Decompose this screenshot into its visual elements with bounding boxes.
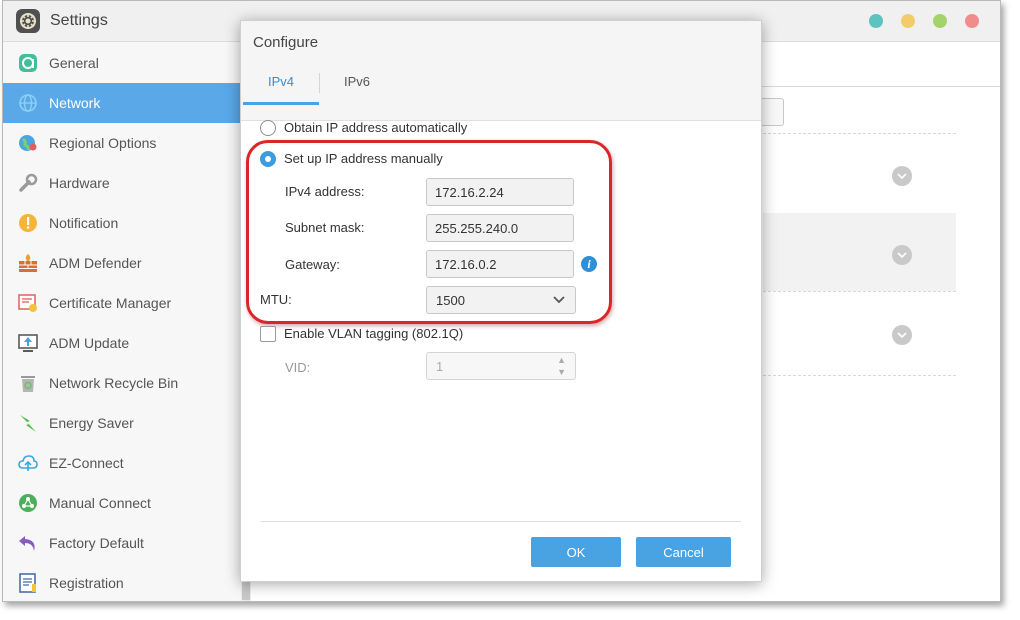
sidebar-item-label: ADM Update [49,335,130,351]
sidebar-item-label: General [49,55,99,71]
close-button[interactable] [965,14,979,28]
selected-row[interactable] [763,213,956,291]
vlan-tagging-checkbox[interactable] [260,326,276,342]
sidebar-item-notification[interactable]: Notification [3,203,241,243]
sidebar-item-factory-default[interactable]: Factory Default [3,523,241,563]
sidebar-item-label: Notification [49,215,119,231]
help-button[interactable] [869,14,883,28]
cancel-button[interactable]: Cancel [636,537,731,567]
location-globe-icon [19,135,37,151]
dialog-divider [261,521,741,522]
tab-ipv6[interactable]: IPv6 [319,71,395,102]
ok-button[interactable]: OK [531,537,621,567]
sidebar-item-label: Certificate Manager [49,295,172,311]
sidebar-item-label: Regional Options [49,135,157,151]
registration-icon [19,573,36,593]
vid-value: 1 [436,359,444,374]
chevron-down-icon[interactable] [892,245,912,265]
sidebar-item-label: ADM Defender [49,255,142,271]
warning-icon [19,214,37,232]
stepper-down-icon: ▼ [557,367,566,377]
sidebar-item-label: Manual Connect [49,495,151,511]
divider [763,133,956,134]
certificate-icon [18,294,37,312]
lightning-icon [20,415,36,432]
divider [763,291,956,292]
minimize-button[interactable] [901,14,915,28]
sidebar-item-label: Hardware [49,175,110,191]
sidebar-item-certificate-manager[interactable]: Certificate Manager [3,283,241,323]
chevron-down-icon[interactable] [892,166,912,186]
sidebar-item-label: Registration [49,575,124,591]
globe-icon [19,94,37,112]
sidebar-item-ez-connect[interactable]: EZ-Connect [3,443,241,483]
window-title: Settings [50,12,108,29]
sidebar-item-label: EZ-Connect [49,455,124,471]
wrench-icon [19,173,38,192]
dialog-title: Configure [253,34,319,51]
vid-label: VID: [285,360,311,375]
tab-ipv4[interactable]: IPv4 [243,71,319,105]
divider [763,375,956,376]
firewall-icon [19,254,37,272]
recycle-bin-icon [21,376,35,392]
sidebar: General Network Regional Options Hardwar… [3,42,241,601]
configure-dialog: Configure IPv4 IPv6 Obtain IP address au… [240,20,762,582]
sidebar-item-network-recycle-bin[interactable]: Network Recycle Bin [3,363,241,403]
vlan-tagging-label[interactable]: Enable VLAN tagging (802.1Q) [284,326,463,341]
sidebar-item-general[interactable]: General [3,43,241,83]
obtain-automatically-radio[interactable] [260,120,276,136]
sidebar-item-network[interactable]: Network [3,83,241,123]
settings-gear-icon [16,9,40,33]
update-icon [18,334,38,352]
highlight-annotation [246,140,612,324]
undo-icon [19,536,35,551]
sidebar-item-hardware[interactable]: Hardware [3,163,241,203]
sidebar-item-regional-options[interactable]: Regional Options [3,123,241,163]
dialog-header: Configure IPv4 IPv6 [241,21,761,121]
sidebar-item-label: Energy Saver [49,415,134,431]
general-icon [19,54,37,72]
sidebar-item-label: Network Recycle Bin [49,375,179,391]
maximize-button[interactable] [933,14,947,28]
obtain-automatically-label[interactable]: Obtain IP address automatically [284,120,467,135]
sidebar-item-label: Network [49,95,101,111]
sidebar-item-adm-defender[interactable]: ADM Defender [3,243,241,283]
chevron-down-icon[interactable] [892,325,912,345]
sidebar-item-energy-saver[interactable]: Energy Saver [3,403,241,443]
sidebar-item-registration[interactable]: Registration [3,563,241,601]
sidebar-item-manual-connect[interactable]: Manual Connect [3,483,241,523]
cloud-icon [18,455,38,471]
sidebar-item-adm-update[interactable]: ADM Update [3,323,241,363]
vid-stepper: 1 ▲ ▼ [426,352,576,380]
network-nodes-icon [19,494,37,512]
sidebar-item-label: Factory Default [49,535,144,551]
stepper-up-icon: ▲ [557,355,566,365]
